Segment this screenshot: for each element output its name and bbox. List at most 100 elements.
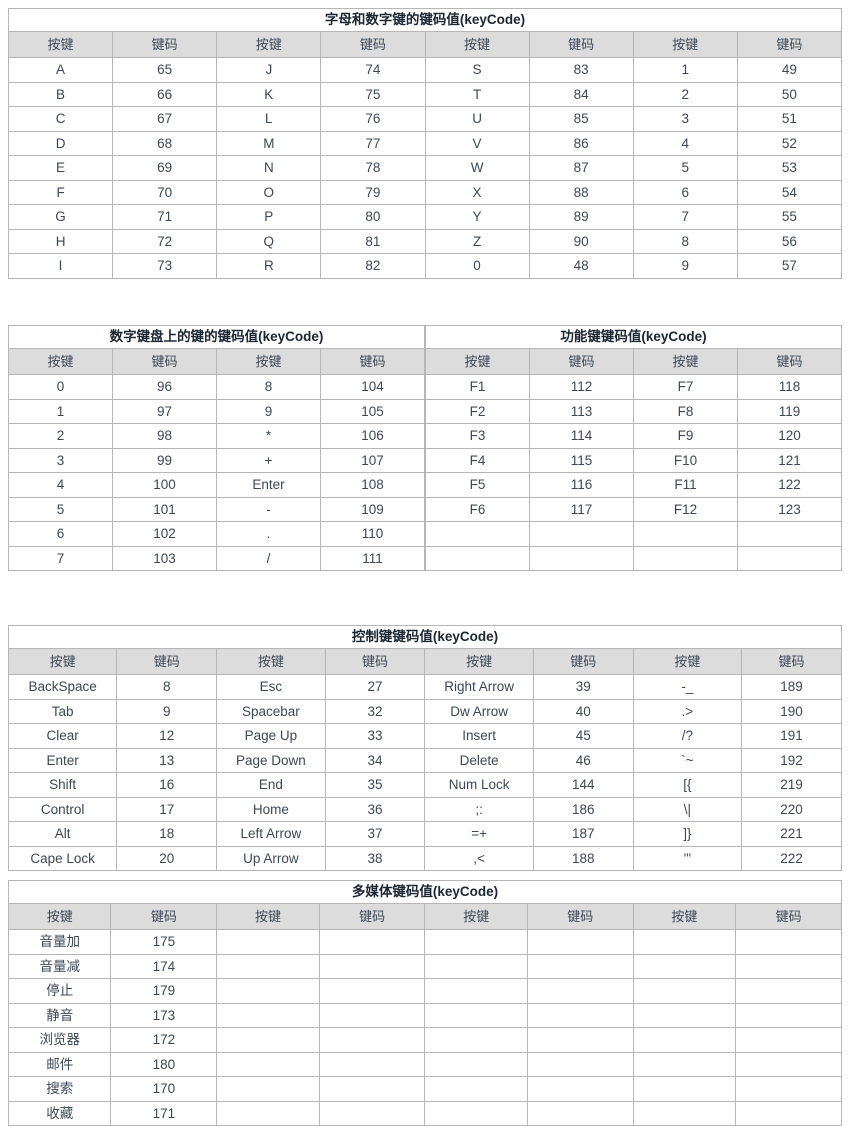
- cell-key-name: N: [216, 155, 322, 181]
- cell-key-name: '": [632, 845, 742, 871]
- cell-key-code: 18: [116, 821, 218, 847]
- cell-key-name: [424, 929, 528, 955]
- cell-key-name: Insert: [424, 723, 534, 749]
- cell-key-code: [735, 1051, 842, 1077]
- cell-key-name: 停止: [7, 978, 112, 1004]
- cell-key-code: 46: [532, 747, 634, 773]
- cell-key-name: F12: [633, 496, 738, 522]
- column-header-code: 键码: [529, 348, 634, 375]
- cell-key-code: [735, 978, 842, 1004]
- table-row: 搜索 170: [7, 1076, 842, 1102]
- cell-key-name: Page Down: [216, 747, 326, 773]
- table-row: F4 115 F10 121: [425, 447, 842, 473]
- cell-key-code: 89: [528, 204, 634, 230]
- cell-key-name: 8: [632, 228, 738, 254]
- cell-key-code: 70: [112, 179, 218, 205]
- cell-key-name: [633, 545, 738, 571]
- cell-key-name: BackSpace: [7, 674, 118, 700]
- cell-key-code: 191: [740, 723, 843, 749]
- cell-key-code: 179: [110, 978, 218, 1004]
- cell-key-code: 86: [528, 130, 634, 156]
- table-title: 多媒体键码值(keyCode): [8, 880, 842, 904]
- cell-key-name: V: [424, 130, 530, 156]
- cell-key-code: 74: [320, 57, 426, 83]
- cell-key-code: 48: [528, 253, 634, 279]
- cell-key-name: 2: [632, 81, 738, 107]
- table-header-row: 按键 键码 按键 键码 按键 键码 按键 键码: [7, 31, 843, 58]
- cell-key-code: 120: [737, 423, 842, 449]
- column-header-code: 键码: [320, 31, 426, 58]
- cell-key-code: 115: [529, 447, 634, 473]
- cell-key-code: [735, 1002, 842, 1028]
- column-header-code: 键码: [320, 348, 425, 375]
- cell-key-code: 108: [320, 472, 425, 498]
- cell-key-name: F3: [425, 423, 530, 449]
- table-row: BackSpace 8 Esc 27 Right Arrow 39 -_ 189: [7, 674, 843, 700]
- column-header-code: 键码: [737, 348, 842, 375]
- cell-key-code: 78: [320, 155, 426, 181]
- cell-key-name: L: [216, 106, 322, 132]
- cell-key-code: 110: [320, 521, 425, 547]
- column-header-code: 键码: [112, 348, 217, 375]
- cell-key-name: Control: [7, 796, 118, 822]
- column-header-code: 键码: [526, 903, 634, 930]
- table-header-row: 按键 键码 按键 键码: [8, 348, 425, 375]
- cell-key-code: [318, 1051, 426, 1077]
- cell-key-name: 8: [216, 374, 321, 400]
- cell-key-code: 121: [737, 447, 842, 473]
- cell-key-code: 219: [740, 772, 843, 798]
- table-row: 5 101-109: [8, 496, 425, 522]
- cell-key-name: ,<: [424, 845, 534, 871]
- cell-key-name: Q: [216, 228, 322, 254]
- cell-key-code: 187: [532, 821, 634, 847]
- cell-key-name: /?: [632, 723, 742, 749]
- cell-key-name: 邮件: [7, 1051, 112, 1077]
- table-block-func: 功能键键码值(keyCode) 按键 键码 按键 键码 F1 112 F7 118 F2 113 F8…: [425, 325, 842, 571]
- cell-key-name: F11: [633, 472, 738, 498]
- table-header-row: 按键 键码 按键 键码: [425, 348, 842, 375]
- cell-key-name: `~: [632, 747, 742, 773]
- table-row: 4 100 Enter 108: [8, 472, 425, 498]
- column-header-code: 键码: [736, 31, 843, 58]
- keycode-table-media: 多媒体键码值(keyCode) 按键 键码 按键 键码 按键 键码 按键 键码 音量加 175 音量减…: [7, 880, 842, 1126]
- keycode-table-ctrl: 控制键键码值(keyCode) 按键 键码 按键 键码 按键 键码 按键 键码 BackSpace…: [7, 625, 843, 871]
- table-row: F6 117 F12 123: [425, 496, 842, 522]
- cell-key-code: 50: [736, 81, 843, 107]
- table-row: H 72 Q 81 Z 90 8 56: [7, 228, 843, 254]
- table-row: Clear 12 Page Up 33 Insert 45/? 191: [7, 723, 843, 749]
- cell-key-name: End: [216, 772, 326, 798]
- table-row: 1 97 9 105: [8, 398, 425, 424]
- cell-key-name: M: [216, 130, 322, 156]
- cell-key-name: *: [216, 423, 321, 449]
- cell-key-code: 68: [112, 130, 218, 156]
- cell-key-code: 87: [528, 155, 634, 181]
- cell-key-code: [529, 545, 634, 571]
- cell-key-code: 49: [736, 57, 843, 83]
- table-row: Shift 16 End 35 Num Lock 144[{219: [7, 772, 843, 798]
- cell-key-name: 搜索: [7, 1076, 112, 1102]
- cell-key-name: F1: [425, 374, 530, 400]
- cell-key-code: 84: [528, 81, 634, 107]
- cell-key-code: 27: [324, 674, 426, 700]
- cell-key-code: 75: [320, 81, 426, 107]
- cell-key-name: 7: [8, 545, 113, 571]
- cell-key-code: 77: [320, 130, 426, 156]
- cell-key-name: 3: [8, 447, 113, 473]
- cell-key-code: 186: [532, 796, 634, 822]
- cell-key-code: 102: [112, 521, 217, 547]
- cell-key-name: [632, 953, 737, 979]
- cell-key-name: F8: [633, 398, 738, 424]
- cell-key-name: 2: [8, 423, 113, 449]
- cell-key-name: [632, 1002, 737, 1028]
- cell-key-name: Up Arrow: [216, 845, 326, 871]
- cell-key-name: [633, 521, 738, 547]
- cell-key-name: Left Arrow: [216, 821, 326, 847]
- cell-key-code: 38: [324, 845, 426, 871]
- table-row: F1 112 F7 118: [425, 374, 842, 400]
- cell-key-code: 37: [324, 821, 426, 847]
- cell-key-code: 192: [740, 747, 843, 773]
- table-row: 3 99 +107: [8, 447, 425, 473]
- cell-key-code: 54: [736, 179, 843, 205]
- cell-key-name: [632, 978, 737, 1004]
- column-header-code: 键码: [116, 648, 218, 675]
